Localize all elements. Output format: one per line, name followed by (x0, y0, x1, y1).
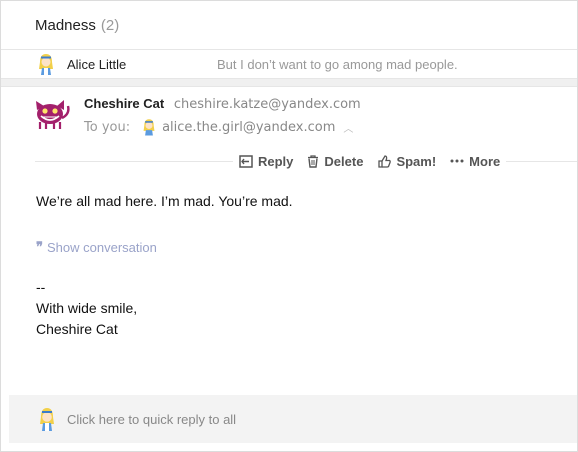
collapsed-sender: Alice Little (67, 56, 127, 72)
message-body: We’re all mad here. I’m mad. You’re mad. (36, 193, 293, 209)
alice-avatar-icon (40, 408, 54, 431)
expand-recipients-icon[interactable]: ︿ (343, 120, 353, 135)
show-conversation-label: Show conversation (47, 239, 157, 255)
to-line: To you: alice.the.girl@yandex.com ︿ (84, 118, 353, 136)
quick-reply-box[interactable]: Click here to quick reply to all (9, 395, 577, 443)
recipient-email[interactable]: alice.the.girl@yandex.com (162, 120, 335, 135)
message-actions: Reply Delete Spam! More (1, 147, 577, 177)
thread-header: Madness (2) (1, 1, 577, 49)
more-button[interactable]: More (450, 151, 500, 171)
sender-name[interactable]: Cheshire Cat (84, 96, 164, 111)
thread-title: Madness (35, 16, 96, 34)
reply-label: Reply (258, 153, 294, 169)
collapsed-snippet: But I don’t want to go among mad people. (217, 56, 458, 72)
action-buttons: Reply Delete Spam! More (233, 151, 507, 171)
more-dots-icon (450, 159, 464, 163)
signature-line: With wide smile, (36, 300, 138, 316)
quick-reply-placeholder: Click here to quick reply to all (67, 411, 237, 427)
reply-button[interactable]: Reply (239, 151, 293, 171)
trash-icon (308, 154, 319, 168)
to-label: To you: (84, 119, 131, 135)
quote-icon: ❞ (36, 239, 43, 254)
reply-icon (239, 154, 253, 168)
message-separator (1, 78, 577, 87)
cheshire-cat-avatar-icon (36, 100, 70, 129)
spam-button[interactable]: Spam! (377, 151, 436, 171)
signature-dash: -- (36, 279, 46, 295)
thumbs-down-icon (378, 154, 392, 168)
collapsed-message-row[interactable]: Alice Little But I don’t want to go amon… (1, 50, 577, 78)
more-label: More (469, 153, 501, 169)
delete-label: Delete (324, 153, 364, 169)
signature-name: Cheshire Cat (36, 321, 118, 337)
delete-button[interactable]: Delete (307, 151, 363, 171)
alice-avatar-icon (143, 119, 155, 136)
show-conversation-link[interactable]: ❞ Show conversation (36, 239, 577, 255)
spam-label: Spam! (396, 153, 437, 169)
mail-thread-window: Madness (2) Alice Little But I don’t wan… (0, 0, 578, 452)
sender-email[interactable]: cheshire.katze@yandex.com (174, 97, 361, 112)
thread-count: (2) (100, 16, 120, 34)
alice-avatar-icon (39, 54, 53, 75)
signature: -- With wide smile, Cheshire Cat (36, 277, 577, 340)
from-line: Cheshire Cat cheshire.katze@yandex.com (84, 96, 361, 112)
message-header: Cheshire Cat cheshire.katze@yandex.com T… (1, 87, 577, 147)
